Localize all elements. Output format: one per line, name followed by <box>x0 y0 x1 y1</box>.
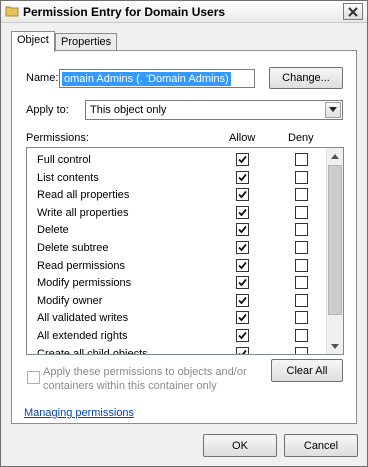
scroll-up-button[interactable] <box>327 148 343 164</box>
dropdown-button[interactable] <box>325 102 341 118</box>
permission-name: Delete <box>37 224 69 237</box>
deny-checkbox[interactable] <box>295 170 308 184</box>
ok-button[interactable]: OK <box>203 434 277 457</box>
allow-checkbox[interactable] <box>236 258 249 272</box>
allow-checkbox[interactable] <box>236 276 249 290</box>
permission-row: Write all properties <box>27 205 327 222</box>
tab-object[interactable]: Object <box>11 31 55 52</box>
permission-row: Read permissions <box>27 258 327 275</box>
vertical-scrollbar[interactable] <box>326 148 343 354</box>
deny-checkbox[interactable] <box>295 241 308 254</box>
managing-permissions-link[interactable]: Managing permissions <box>24 407 134 419</box>
allow-checkbox[interactable] <box>236 223 249 237</box>
permission-row: All validated writes <box>27 310 327 327</box>
deny-header: Deny <box>288 132 314 144</box>
allow-checkbox[interactable] <box>236 311 249 325</box>
permission-name: Create all child objects <box>37 347 148 355</box>
apply-to-label: Apply to: <box>26 104 69 116</box>
allow-checkbox[interactable] <box>236 205 249 219</box>
change-button[interactable]: Change... <box>269 67 343 89</box>
deny-checkbox[interactable] <box>295 311 308 325</box>
close-button[interactable] <box>343 3 363 20</box>
close-icon <box>348 6 358 17</box>
permission-row: Modify permissions <box>27 275 327 292</box>
permission-name: Read all properties <box>37 189 130 202</box>
chevron-down-icon <box>329 107 337 112</box>
permission-name: List contents <box>37 171 99 184</box>
permission-entry-dialog: Permission Entry for Domain Users Object… <box>0 0 368 467</box>
name-label: Name: <box>26 72 59 84</box>
allow-checkbox[interactable] <box>236 293 249 307</box>
apply-to-value: This object only <box>90 104 167 116</box>
apply-inheritance-label: Apply these permissions to objects and/o… <box>43 366 247 392</box>
name-field[interactable]: omain Admins (. 'Domain Admins) <box>59 69 255 88</box>
permission-name: Write all properties <box>37 206 129 219</box>
permission-name: All extended rights <box>37 330 128 342</box>
deny-checkbox[interactable] <box>295 346 308 354</box>
permission-row: Modify owner <box>27 293 327 310</box>
chevron-down-icon <box>331 343 339 349</box>
apply-inheritance-checkbox[interactable] <box>27 371 40 384</box>
title-bar: Permission Entry for Domain Users <box>1 1 367 23</box>
allow-header: Allow <box>229 132 256 144</box>
chevron-up-icon <box>331 153 339 159</box>
tab-properties[interactable]: Properties <box>55 33 117 51</box>
scroll-down-button[interactable] <box>327 338 343 354</box>
permission-row: Full control <box>27 152 327 169</box>
permission-row: Delete <box>27 222 327 239</box>
allow-checkbox[interactable] <box>236 329 249 342</box>
deny-checkbox[interactable] <box>295 223 308 237</box>
scrollbar-thumb[interactable] <box>328 165 342 315</box>
permission-name: Read permissions <box>37 259 126 272</box>
deny-checkbox[interactable] <box>295 276 308 290</box>
permission-row: Delete subtree <box>27 240 327 257</box>
folder-icon <box>5 6 19 17</box>
allow-checkbox[interactable] <box>236 153 249 166</box>
window-title: Permission Entry for Domain Users <box>23 5 226 19</box>
allow-checkbox[interactable] <box>236 241 249 254</box>
allow-checkbox[interactable] <box>236 170 249 184</box>
permission-name: Modify permissions <box>37 277 132 290</box>
permission-row: All extended rights <box>27 328 327 345</box>
deny-checkbox[interactable] <box>295 205 308 219</box>
permission-name: Delete subtree <box>37 242 109 254</box>
deny-checkbox[interactable] <box>295 258 308 272</box>
permission-row: Read all properties <box>27 187 327 204</box>
permission-name: All validated writes <box>37 312 129 325</box>
permissions-list: Full control List contents Read all proper… <box>26 147 344 355</box>
name-field-value: omain Admins (. 'Domain Admins) <box>62 72 231 86</box>
permission-row: List contents <box>27 170 327 187</box>
deny-checkbox[interactable] <box>295 329 308 342</box>
cancel-button[interactable]: Cancel <box>284 434 358 457</box>
deny-checkbox[interactable] <box>295 293 308 307</box>
permission-row: Create all child objects <box>27 346 327 355</box>
deny-checkbox[interactable] <box>295 153 308 166</box>
allow-checkbox[interactable] <box>236 346 249 354</box>
permission-name: Full control <box>37 154 91 166</box>
apply-to-dropdown[interactable]: This object only <box>85 100 343 120</box>
clear-all-button[interactable]: Clear All <box>271 359 343 382</box>
permissions-label: Permissions: <box>26 132 89 144</box>
deny-checkbox[interactable] <box>295 188 308 202</box>
permission-name: Modify owner <box>37 294 103 307</box>
allow-checkbox[interactable] <box>236 188 249 202</box>
